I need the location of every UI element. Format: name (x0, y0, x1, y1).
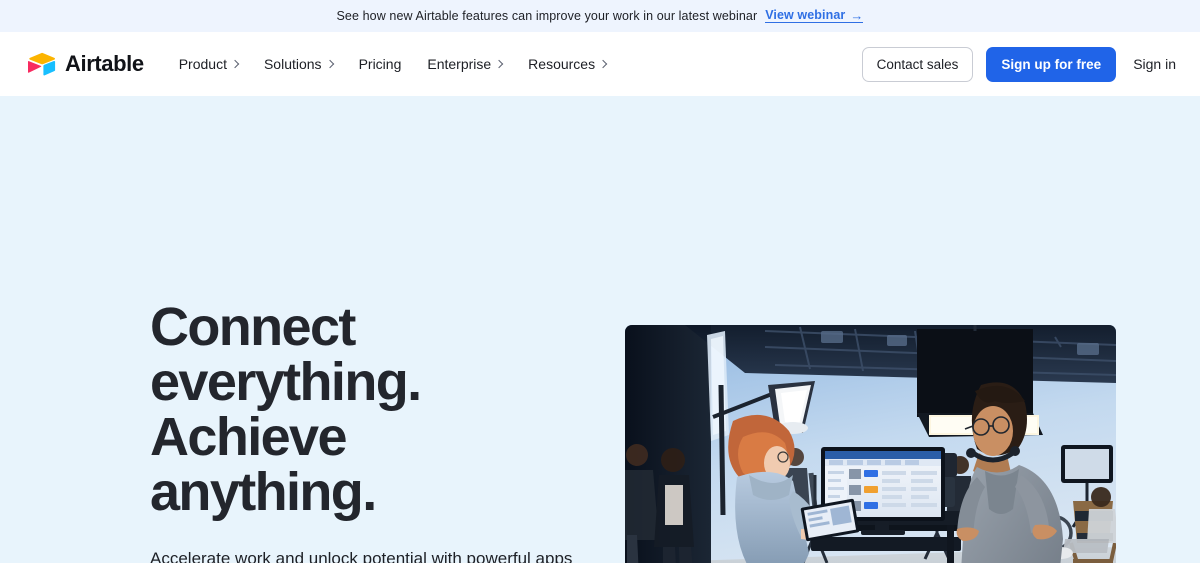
signup-button[interactable]: Sign up for free (986, 46, 1117, 82)
nav-item-resources[interactable]: Resources (528, 56, 608, 72)
page-title: Connect everything. Achieve anything. (150, 297, 422, 522)
hero-section: Connect everything. Achieve anything. Ac… (0, 96, 1200, 563)
hero-image (625, 325, 1116, 563)
contact-sales-button[interactable]: Contact sales (861, 46, 974, 82)
hero-subtitle: Accelerate work and unlock potential wit… (150, 549, 573, 563)
main-navigation: Airtable Product Solutions Pricing Enter… (0, 32, 1200, 96)
nav-item-label: Pricing (358, 56, 402, 72)
airtable-logo-icon (27, 52, 56, 76)
nav-item-product[interactable]: Product (178, 56, 240, 72)
chevron-down-icon (494, 59, 504, 68)
nav-item-pricing[interactable]: Pricing (359, 56, 402, 72)
chevron-down-icon (230, 59, 240, 68)
brand-name: Airtable (65, 51, 144, 76)
nav-links: Product Solutions Pricing Enterprise Res… (178, 56, 608, 72)
nav-item-label: Solutions (263, 56, 322, 72)
nav-item-label: Product (178, 56, 227, 72)
chevron-down-icon (598, 59, 608, 68)
airtable-logo-link[interactable]: Airtable (27, 51, 144, 77)
announcement-text: See how new Airtable features can improv… (336, 9, 758, 23)
signin-link[interactable]: Sign in (1133, 56, 1176, 72)
arrow-right-icon: → (850, 8, 864, 23)
view-webinar-label: View webinar (765, 7, 846, 22)
chevron-down-icon (325, 59, 334, 68)
nav-item-label: Resources (528, 56, 596, 72)
nav-item-enterprise[interactable]: Enterprise (427, 56, 504, 72)
nav-item-label: Enterprise (427, 56, 492, 72)
nav-actions: Contact sales Sign up for free Sign in (861, 46, 1176, 82)
nav-item-solutions[interactable]: Solutions (263, 56, 334, 72)
hero-copy: Connect everything. Achieve anything. Ac… (150, 300, 600, 563)
view-webinar-link[interactable]: View webinar → (765, 7, 864, 24)
announcement-banner: See how new Airtable features can improv… (0, 0, 1200, 32)
